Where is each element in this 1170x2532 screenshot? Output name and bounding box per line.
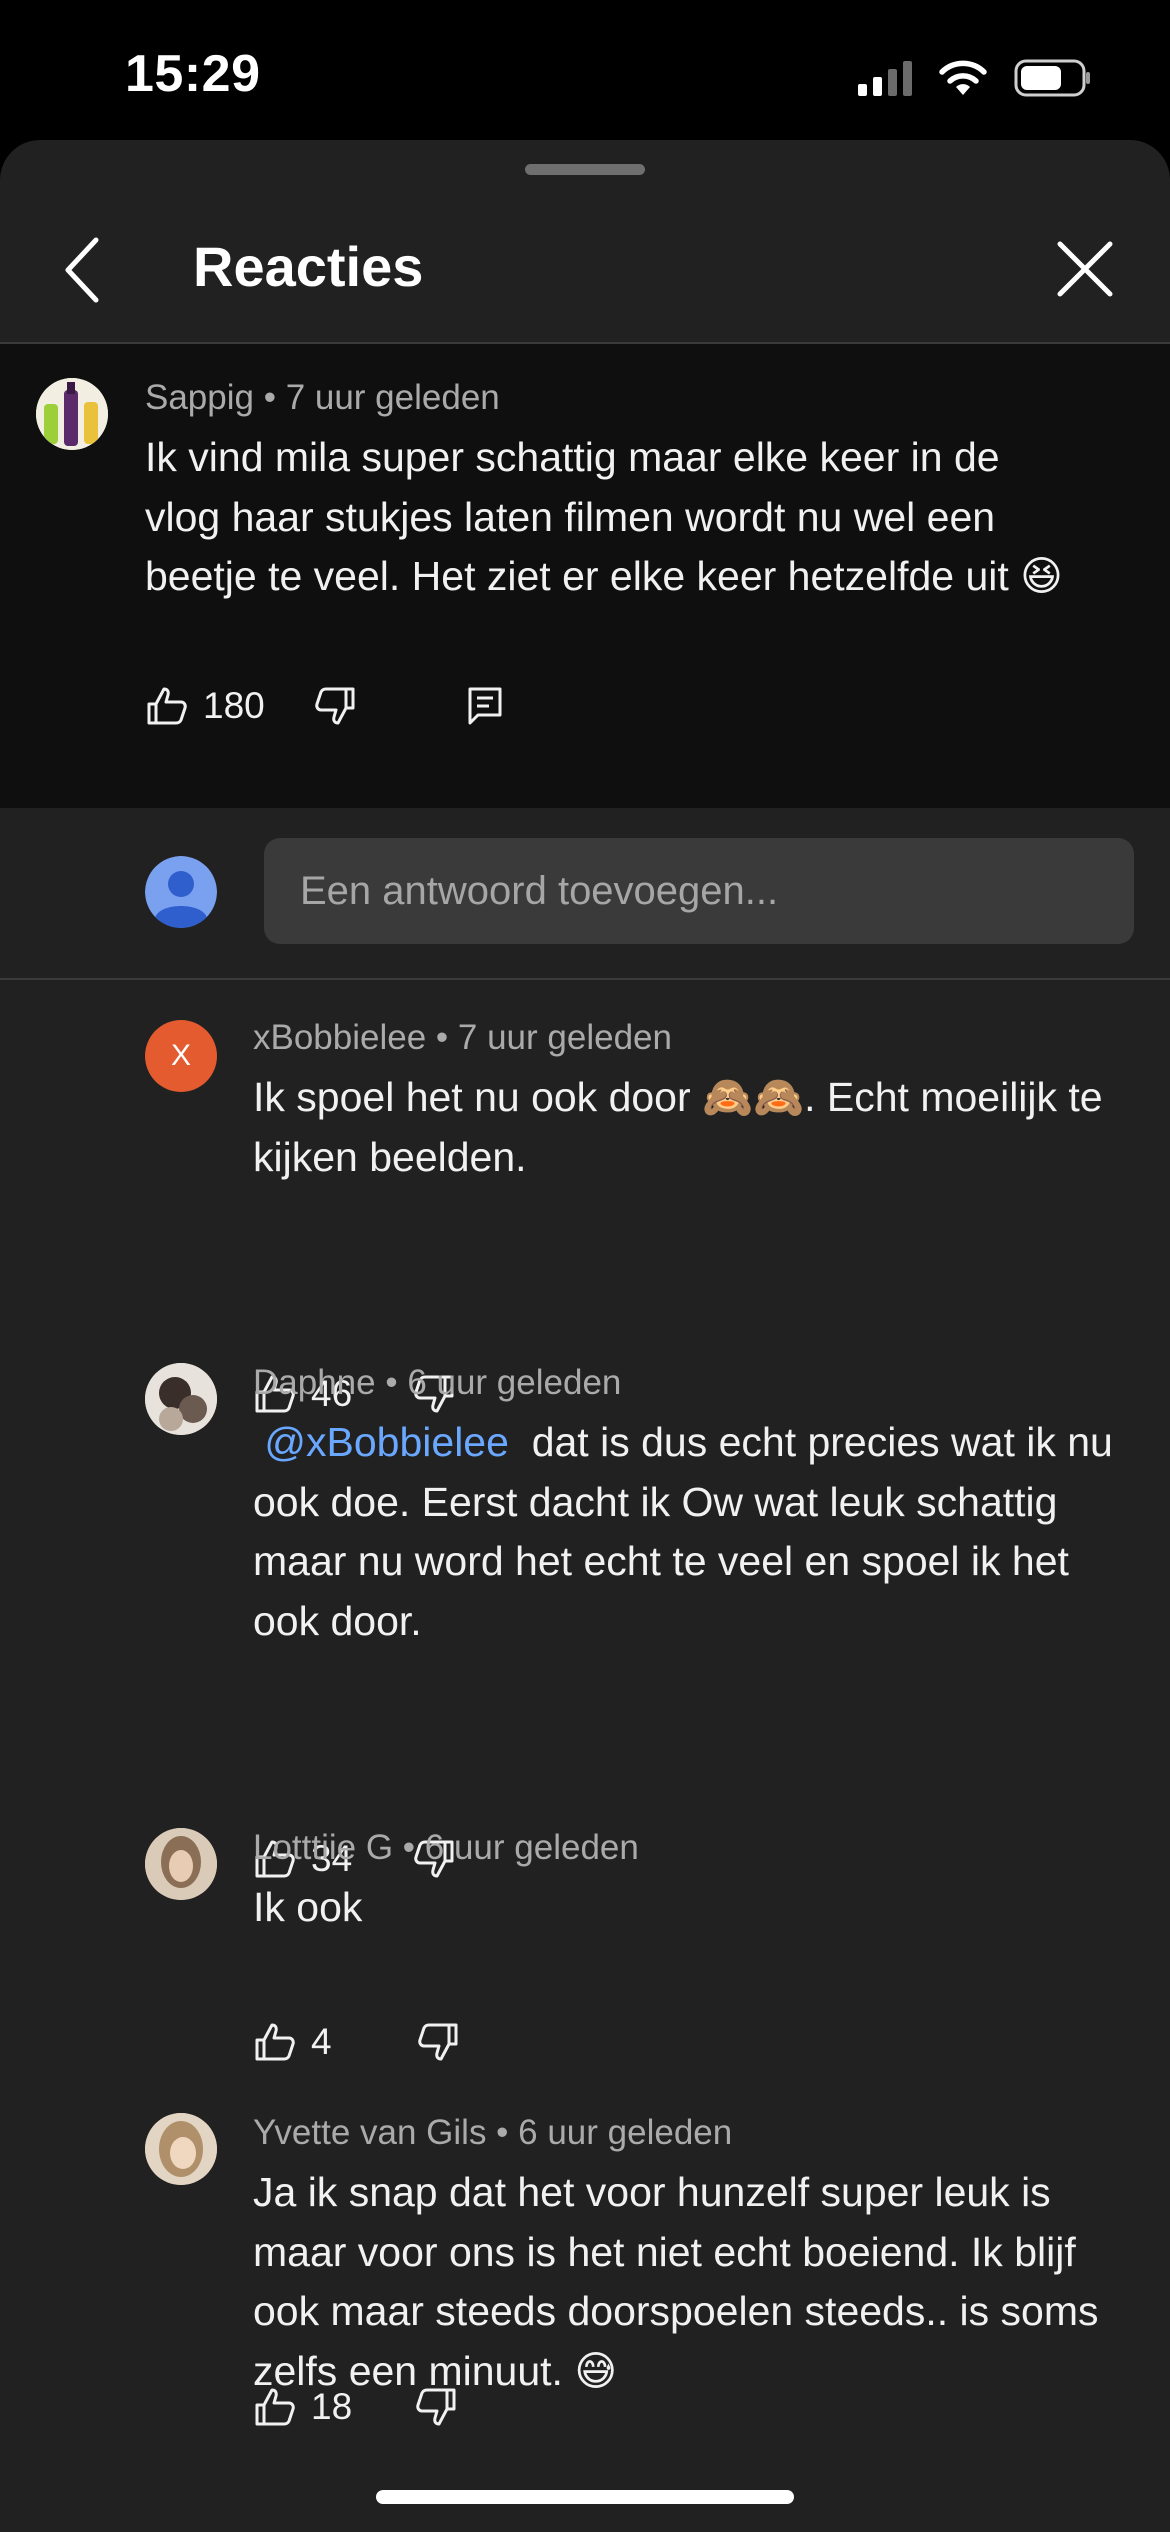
profile-photo-icon bbox=[145, 2113, 217, 2185]
comment-actions: 180 bbox=[145, 676, 507, 736]
parent-comment: Sappig • 7 uur geleden Ik vind mila supe… bbox=[0, 344, 1170, 808]
composer-divider bbox=[0, 978, 1170, 980]
status-icons bbox=[858, 56, 1092, 100]
page-title: Reacties bbox=[193, 235, 424, 298]
close-icon[interactable] bbox=[1050, 234, 1120, 304]
comment-time: 6 uur geleden bbox=[407, 1363, 622, 1402]
comment-meta: Yvette van Gils • 6 uur geleden bbox=[253, 2113, 732, 2153]
comment-time: 7 uur geleden bbox=[285, 378, 500, 417]
back-arrow-icon[interactable] bbox=[50, 230, 120, 310]
meta-separator: • bbox=[486, 2113, 519, 2152]
comment-time: 7 uur geleden bbox=[457, 1018, 672, 1057]
like-count: 4 bbox=[311, 2021, 332, 2062]
dislike-icon[interactable] bbox=[313, 684, 357, 728]
avatar[interactable] bbox=[145, 1828, 217, 1900]
status-bar: 15:29 bbox=[0, 0, 1170, 140]
user-avatar-icon bbox=[145, 856, 217, 928]
avatar-letter: X bbox=[170, 1039, 191, 1072]
like-count: 180 bbox=[203, 685, 265, 726]
mention-link[interactable]: @xBobbielee bbox=[264, 1419, 509, 1465]
avatar[interactable] bbox=[145, 1363, 217, 1435]
home-indicator[interactable] bbox=[376, 2490, 794, 2504]
author-name[interactable]: Lotttiie G bbox=[253, 1828, 393, 1867]
meta-separator: • bbox=[393, 1828, 425, 1867]
author-name[interactable]: Daphne bbox=[253, 1363, 376, 1402]
comment-time: 6 uur geleden bbox=[424, 1828, 639, 1867]
profile-photo-icon bbox=[145, 1828, 217, 1900]
comments-sheet: Reacties Sappig • 7 uur geleden Ik vind … bbox=[0, 140, 1170, 2532]
comment-actions: 18 bbox=[253, 2377, 458, 2437]
comment-text: Ik vind mila super schattig maar elke ke… bbox=[145, 434, 1063, 599]
avatar[interactable]: X bbox=[145, 1020, 217, 1092]
status-time: 15:29 bbox=[125, 45, 261, 103]
comment-text: @xBobbielee dat is dus echt precies wat … bbox=[253, 1413, 1113, 1651]
like-icon[interactable] bbox=[253, 2020, 297, 2064]
reply-composer bbox=[0, 808, 1170, 980]
comment-text: Ik ook bbox=[253, 1884, 363, 1930]
comment-actions: 4 bbox=[253, 2012, 460, 2072]
wifi-icon bbox=[939, 60, 987, 95]
comment-meta: Daphne • 6 uur geleden bbox=[253, 1363, 621, 1403]
dislike-icon[interactable] bbox=[416, 2020, 460, 2064]
avatar[interactable] bbox=[145, 2113, 217, 2185]
author-name[interactable]: Yvette van Gils bbox=[253, 2113, 486, 2152]
cellular-signal-icon bbox=[858, 60, 912, 96]
like-icon[interactable] bbox=[253, 2385, 297, 2429]
dislike-icon[interactable] bbox=[414, 2385, 458, 2429]
drag-handle[interactable] bbox=[525, 164, 645, 175]
reply-input[interactable] bbox=[264, 838, 1134, 944]
meta-separator: • bbox=[253, 378, 286, 417]
reply-icon[interactable] bbox=[463, 684, 507, 728]
like-icon[interactable] bbox=[145, 684, 189, 728]
profile-photo-icon bbox=[145, 1363, 217, 1435]
battery-icon bbox=[1014, 59, 1090, 97]
comment-meta: Lotttiie G • 6 uur geleden bbox=[253, 1828, 639, 1868]
comment-time: 6 uur geleden bbox=[518, 2113, 733, 2152]
drink-bottles-icon bbox=[36, 378, 108, 450]
author-name[interactable]: Sappig bbox=[145, 378, 254, 417]
comment-text: Ja ik snap dat het voor hunzelf super le… bbox=[253, 2169, 1099, 2394]
comment-meta: xBobbielee • 7 uur geleden bbox=[253, 1018, 672, 1058]
sheet-header: Reacties bbox=[0, 200, 1170, 340]
like-count: 18 bbox=[311, 2386, 353, 2427]
meta-separator: • bbox=[375, 1363, 408, 1402]
avatar[interactable] bbox=[36, 378, 108, 450]
meta-separator: • bbox=[426, 1018, 458, 1057]
author-name[interactable]: xBobbielee bbox=[253, 1018, 426, 1057]
comment-meta: Sappig • 7 uur geleden bbox=[145, 378, 500, 418]
comment-text: Ik spoel het nu ook door 🙈🙈. Echt moeili… bbox=[253, 1074, 1103, 1180]
